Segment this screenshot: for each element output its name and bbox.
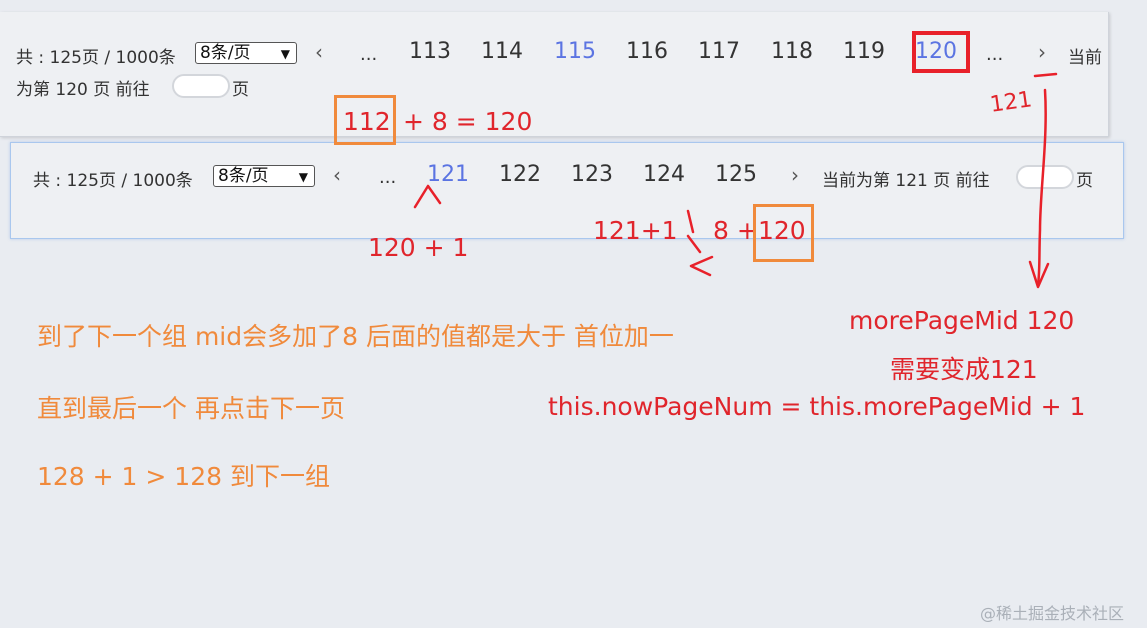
caret-up-stroke [413,184,442,209]
annotation-orange-note: 直到最后一个 再点击下一页 [37,394,345,423]
annotation-code-note: this.nowPageNum = this.morePageMid + 1 [548,392,1086,421]
greater-than-stroke [686,209,702,254]
annotation-orange-note: 128 + 1 > 128 到下一组 [37,462,330,491]
annotation-orange-note: 到了下一个组 mid会多加了8 后面的值都是大于 首位加一 [37,322,674,351]
underline-stroke [1033,72,1058,78]
less-than-stroke [689,255,714,277]
watermark: @稀土掘金技术社区 [980,604,1125,623]
arrow-line-stroke [1036,88,1047,287]
annotation-change-note: 需要变成121 [890,355,1038,384]
annotation-mid-note: morePageMid 120 [849,306,1075,335]
